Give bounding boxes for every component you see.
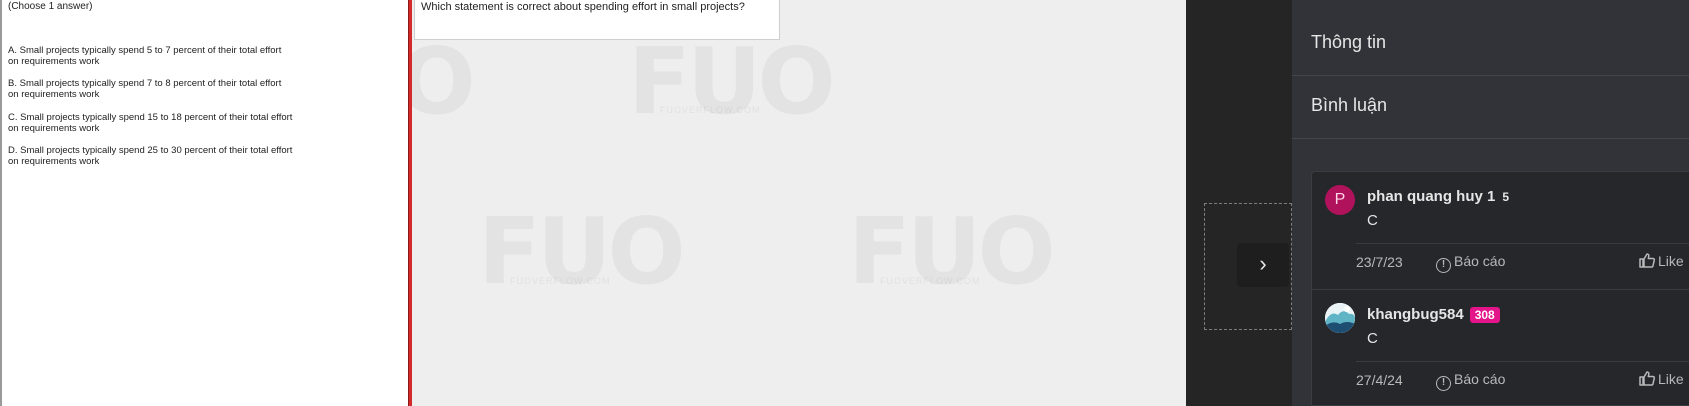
comment-body: C [1367, 212, 1378, 229]
thumbs-up-icon [1639, 371, 1656, 386]
app-root: FUO FUOVERFLOW.COM FUO FUOVERFLOW.COM FU… [0, 0, 1689, 406]
option-a: A. Small projects typically spend 5 to 7… [8, 45, 408, 67]
comments-list: P phan quang huy 15 C 23/7/23 ! Báo cáo L… [1311, 171, 1689, 406]
watermark-url: FUOVERFLOW.COM [660, 105, 761, 115]
avatar-image [1325, 303, 1355, 333]
report-label: Báo cáo [1454, 371, 1506, 387]
comment-body: C [1367, 330, 1378, 347]
comment-username[interactable]: phan quang huy 1 [1367, 188, 1495, 205]
next-image-button[interactable]: › [1237, 243, 1289, 287]
avatar[interactable] [1325, 303, 1355, 333]
user-level: 5 [1502, 190, 1510, 204]
chevron-right-icon: › [1259, 251, 1267, 276]
comment-item: khangbug584 308 C 27/4/24 ! Báo cáo Like [1312, 290, 1689, 406]
choose-hint: (Choose 1 answer) [8, 1, 93, 12]
comment-date: 27/4/24 [1356, 372, 1403, 388]
option-b-line2: on requirements work [8, 89, 100, 100]
comment-separator [1356, 243, 1689, 244]
thumbs-up-icon [1639, 253, 1656, 268]
report-button[interactable]: ! Báo cáo [1436, 253, 1505, 273]
option-b-line1: B. Small projects typically spend 7 to 8… [8, 78, 282, 89]
question-image-viewer: FUO FUOVERFLOW.COM FUO FUOVERFLOW.COM FU… [0, 0, 1186, 406]
answer-options-pane: (Choose 1 answer) A. Small projects typi… [0, 0, 408, 406]
question-box: Which statement is correct about spendin… [414, 0, 780, 40]
comment-header: phan quang huy 1 5 [1367, 188, 1509, 205]
user-level-badge: 308 [1469, 307, 1500, 323]
like-button[interactable]: Like [1639, 371, 1684, 387]
option-c-line1: C. Small projects typically spend 15 to … [8, 112, 293, 123]
report-icon: ! [1436, 376, 1451, 391]
side-panel: Thông tin Bình luận P phan quang huy 1 5 … [1292, 0, 1689, 406]
watermark-url: FUOVERFLOW.COM [880, 276, 981, 286]
watermark: FUO [628, 28, 836, 135]
watermark: FUO [478, 198, 686, 305]
question-prompt: Which statement is correct about spendin… [421, 1, 745, 13]
comments-section-label: Bình luận [1311, 95, 1388, 115]
option-a-line2: on requirements work [8, 56, 100, 67]
watermark-url: FUOVERFLOW.COM [510, 276, 611, 286]
option-d: D. Small projects typically spend 25 to … [8, 145, 408, 167]
report-label: Báo cáo [1454, 253, 1506, 269]
option-d-line1: D. Small projects typically spend 25 to … [8, 145, 293, 156]
option-c: C. Small projects typically spend 15 to … [8, 112, 408, 134]
pane-divider [408, 0, 412, 406]
option-d-line2: on requirements work [8, 156, 100, 167]
comment-username[interactable]: khangbug584 [1367, 306, 1464, 323]
comment-separator [1356, 361, 1689, 362]
option-c-line2: on requirements work [8, 123, 100, 134]
report-icon: ! [1436, 258, 1451, 273]
watermark: FUO [848, 198, 1056, 305]
info-section-header[interactable]: Thông tin [1292, 14, 1689, 76]
option-b: B. Small projects typically spend 7 to 8… [8, 78, 408, 100]
like-label: Like [1658, 371, 1684, 387]
comment-header: khangbug584 308 [1367, 306, 1500, 323]
info-section-label: Thông tin [1311, 32, 1387, 52]
option-a-line1: A. Small projects typically spend 5 to 7… [8, 45, 282, 56]
comments-section-header[interactable]: Bình luận [1292, 77, 1689, 139]
report-button[interactable]: ! Báo cáo [1436, 371, 1505, 391]
comment-date: 23/7/23 [1356, 254, 1403, 270]
like-label: Like [1658, 253, 1684, 269]
like-button[interactable]: Like [1639, 253, 1684, 269]
avatar[interactable]: P [1325, 185, 1355, 215]
comment-item: P phan quang huy 1 5 C 23/7/23 ! Báo cáo L… [1312, 172, 1689, 290]
